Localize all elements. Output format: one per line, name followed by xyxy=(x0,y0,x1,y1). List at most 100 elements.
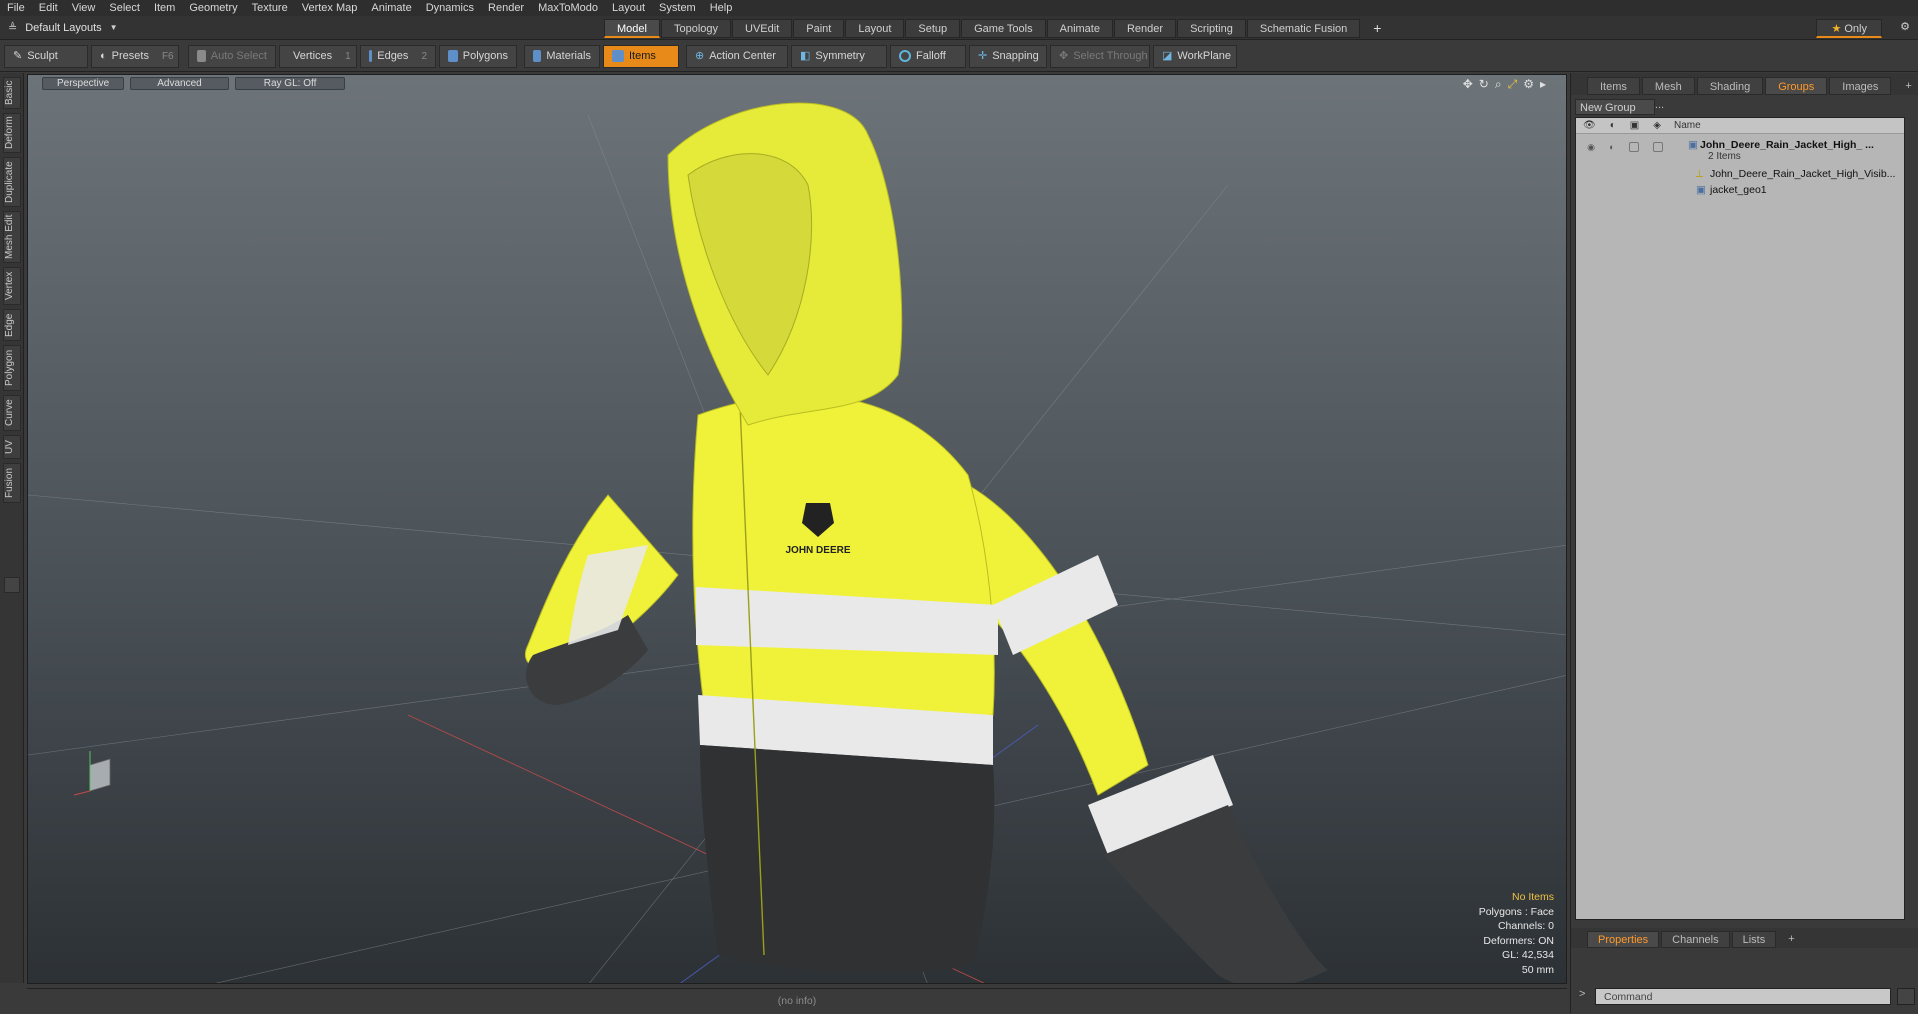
side-tab-edge[interactable]: Edge xyxy=(3,309,21,341)
side-toggle-button[interactable] xyxy=(4,577,20,593)
tab-properties[interactable]: Properties xyxy=(1587,931,1660,948)
tab-model[interactable]: Model xyxy=(604,19,660,38)
items-icon xyxy=(612,50,624,62)
new-group-button[interactable]: New Group xyxy=(1575,99,1655,115)
panel-tab-mesh[interactable]: Mesh ... xyxy=(1641,77,1695,111)
menu-maxtomodo[interactable]: MaxToModo xyxy=(531,2,605,14)
symmetry-icon: ◧ xyxy=(800,49,811,62)
visibility-column-icon[interactable]: 👁 xyxy=(1583,120,1596,131)
add-tab-icon[interactable]: + xyxy=(1361,19,1393,38)
group-name: John_Deere_Rain_Jacket_High_ ... xyxy=(1700,139,1874,151)
render-column-icon[interactable]: ◐ xyxy=(1610,120,1616,131)
menu-layout[interactable]: Layout xyxy=(605,2,652,14)
workplane-button[interactable]: ◪ WorkPlane xyxy=(1153,44,1237,68)
panel-tabs: Items Mesh ... Shading Groups Images + xyxy=(1571,73,1918,111)
menu-select[interactable]: Select xyxy=(102,2,147,14)
menu-edit[interactable]: Edit xyxy=(32,2,65,14)
3d-viewport[interactable]: Perspective Advanced Ray GL: Off ✥ ↻ ⌕ ⤢… xyxy=(27,74,1567,984)
sculpt-button[interactable]: ✎ Sculpt xyxy=(4,44,88,68)
groups-tree: 👁 ◐ ▣ ◈ Name ◉ ◐ ▣ John_Deere_Rain_Jacke… xyxy=(1575,117,1905,920)
tab-setup[interactable]: Setup xyxy=(905,19,961,38)
add-panel-tab-icon[interactable]: + xyxy=(1893,77,1918,95)
panel-tab-groups[interactable]: Groups xyxy=(1765,77,1828,95)
name-column-header[interactable]: Name xyxy=(1674,120,1701,131)
menu-item[interactable]: Item xyxy=(147,2,182,14)
tab-topology[interactable]: Topology xyxy=(660,19,732,38)
tab-render[interactable]: Render xyxy=(1113,19,1177,38)
edges-shortcut: 2 xyxy=(421,50,427,62)
presets-label: Presets xyxy=(111,49,149,62)
tab-animate[interactable]: Animate xyxy=(1046,19,1113,38)
group-count: 2 Items xyxy=(1708,151,1741,162)
command-input[interactable]: Command xyxy=(1595,988,1891,1005)
menu-view[interactable]: View xyxy=(65,2,103,14)
menu-texture[interactable]: Texture xyxy=(245,2,295,14)
side-tab-polygon[interactable]: Polygon xyxy=(3,345,21,391)
group-row-toggles: ◉ ◐ xyxy=(1580,142,1670,153)
action-center-button[interactable]: ⊕ Action Center xyxy=(686,44,788,68)
presets-icon: ◐ xyxy=(100,49,107,62)
tab-channels[interactable]: Channels xyxy=(1661,931,1730,948)
tab-lists[interactable]: Lists xyxy=(1731,931,1777,948)
symmetry-button[interactable]: ◧ Symmetry xyxy=(791,44,887,68)
materials-button[interactable]: Materials xyxy=(524,44,600,68)
render-toggle-icon[interactable]: ◐ xyxy=(1609,142,1614,153)
locator-icon: ⟂ xyxy=(1696,168,1704,180)
menu-render[interactable]: Render xyxy=(481,2,531,14)
collapse-icon[interactable]: ≜ xyxy=(8,21,17,34)
panel-tab-items[interactable]: Items xyxy=(1587,77,1640,95)
auto-select-button[interactable]: Auto Select xyxy=(188,44,276,68)
gear-icon[interactable]: ⚙ xyxy=(1900,20,1910,33)
presets-button[interactable]: ◐ Presets F6 xyxy=(91,44,179,68)
edges-button[interactable]: Edges 2 xyxy=(360,44,436,68)
tab-paint[interactable]: Paint xyxy=(793,19,845,38)
side-tab-deform[interactable]: Deform xyxy=(3,113,21,153)
command-stop-button[interactable] xyxy=(1897,988,1915,1005)
visibility-toggle-icon[interactable]: ◉ xyxy=(1587,142,1595,153)
menu-dynamics[interactable]: Dynamics xyxy=(419,2,481,14)
items-label: Items xyxy=(629,49,656,62)
tree-item-jacket-geo: jacket_geo1 xyxy=(1710,184,1767,196)
side-tab-mesh-edit[interactable]: Mesh Edit xyxy=(3,211,21,263)
items-button[interactable]: Items xyxy=(603,44,679,68)
tab-layout[interactable]: Layout xyxy=(845,19,905,38)
tree-item-row[interactable]: ⟂ John_Deere_Rain_Jacket_High_Visib... xyxy=(1576,168,1904,182)
add-properties-tab-icon[interactable]: + xyxy=(1778,931,1804,948)
side-tab-vertex[interactable]: Vertex xyxy=(3,267,21,305)
properties-tabs: Properties Channels Lists + xyxy=(1571,928,1918,948)
group-mesh-icon: ▣ xyxy=(1688,139,1698,151)
tab-uvedit[interactable]: UVEdit xyxy=(732,19,793,38)
select-toggle[interactable] xyxy=(1652,142,1663,152)
menu-animate[interactable]: Animate xyxy=(364,2,418,14)
menu-system[interactable]: System xyxy=(652,2,703,14)
side-tab-curve[interactable]: Curve xyxy=(3,395,21,431)
only-button[interactable]: ★ Only xyxy=(1816,19,1882,38)
side-tab-uv[interactable]: UV xyxy=(3,435,21,459)
materials-label: Materials xyxy=(546,49,591,62)
lock-column-icon[interactable]: ▣ xyxy=(1630,120,1639,131)
tree-item-row[interactable]: ▣ jacket_geo1 xyxy=(1576,184,1904,198)
menu-geometry[interactable]: Geometry xyxy=(182,2,244,14)
tab-schematic-fusion[interactable]: Schematic Fusion xyxy=(1246,19,1361,38)
sculpt-label: Sculpt xyxy=(27,49,58,62)
menu-help[interactable]: Help xyxy=(703,2,740,14)
panel-tab-images[interactable]: Images xyxy=(1829,77,1892,95)
tree-item-jacket-locator: John_Deere_Rain_Jacket_High_Visib... xyxy=(1710,168,1896,180)
group-row[interactable]: ◉ ◐ ▣ John_Deere_Rain_Jacket_High_ ... 2… xyxy=(1576,138,1904,164)
snapping-button[interactable]: ✛ Snapping xyxy=(969,44,1047,68)
falloff-button[interactable]: Falloff xyxy=(890,44,966,68)
menu-file[interactable]: File xyxy=(0,2,32,14)
panel-tab-shading[interactable]: Shading xyxy=(1696,77,1764,95)
tab-game-tools[interactable]: Game Tools xyxy=(961,19,1046,38)
side-tab-basic[interactable]: Basic xyxy=(3,77,21,109)
select-through-button[interactable]: ✥ Select Through xyxy=(1050,44,1150,68)
vertices-button[interactable]: Vertices 1 xyxy=(279,44,357,68)
select-column-icon[interactable]: ◈ xyxy=(1653,120,1661,131)
side-tab-duplicate[interactable]: Duplicate xyxy=(3,157,21,207)
polygons-button[interactable]: Polygons xyxy=(439,44,517,68)
side-tab-fusion[interactable]: Fusion xyxy=(3,463,21,503)
tab-scripting[interactable]: Scripting xyxy=(1177,19,1246,38)
lock-toggle[interactable] xyxy=(1628,142,1639,152)
menu-vertex-map[interactable]: Vertex Map xyxy=(295,2,365,14)
layout-selector[interactable]: ≜ Default Layouts ▼ xyxy=(8,21,158,35)
